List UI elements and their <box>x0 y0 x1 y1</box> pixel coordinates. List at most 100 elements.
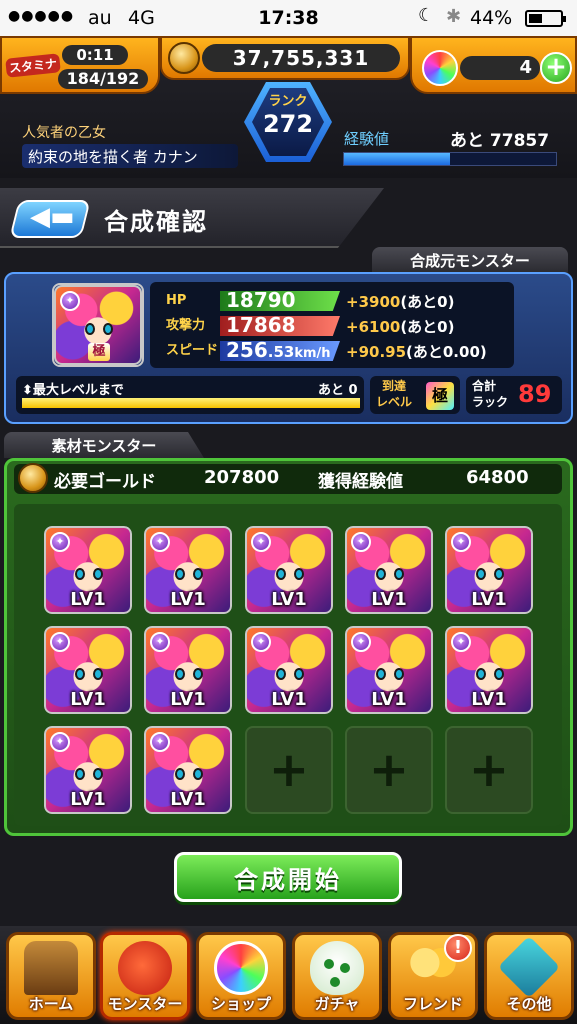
material-monster-slot[interactable]: ✦ LV1 <box>44 726 132 814</box>
status-bar: ●●●●● au 4G 17:38 ☾ ✱ 44% <box>0 0 577 36</box>
base-monster-icon[interactable]: ✦ 極 <box>52 283 144 367</box>
nav-gacha-label: ガチャ <box>314 995 360 1013</box>
nav-monster-label: モンスター <box>107 995 183 1013</box>
material-monster-slot[interactable]: ✦ LV1 <box>144 526 232 614</box>
gold-coin-icon <box>168 42 200 74</box>
total-luck-label: 合計 ラック <box>472 379 509 409</box>
orb-count-box: 4 <box>460 56 540 80</box>
empty-material-slot[interactable]: + <box>245 726 333 814</box>
orb-icon <box>422 50 458 86</box>
start-fusion-label[interactable]: 合成開始 <box>174 860 402 895</box>
hp-value: 18790 <box>226 288 296 312</box>
player-name: 約束の地を描く者 カナン <box>22 144 238 168</box>
level-remaining: あと 0 <box>318 383 358 398</box>
dark-attribute-icon: ✦ <box>50 532 70 552</box>
gold-panel: 37,755,331 <box>160 36 410 80</box>
nav-monster[interactable]: モンスター <box>100 932 190 1020</box>
base-monster-tab: 合成元モンスター <box>372 247 568 273</box>
rank-value: 272 <box>262 110 314 138</box>
stamina-timer: 0:11 <box>62 45 128 65</box>
monster-level-label: LV1 <box>170 789 206 810</box>
orb-count: 4 <box>519 57 532 78</box>
material-monster-slot[interactable]: ✦ LV1 <box>445 526 533 614</box>
nav-shop-label: ショップ <box>210 995 271 1013</box>
monster-level-label: LV1 <box>70 589 106 610</box>
monster-level-label: LV1 <box>371 589 407 610</box>
gold-coin-icon <box>18 463 48 493</box>
home-icon <box>24 941 78 995</box>
dark-attribute-icon: ✦ <box>251 532 271 552</box>
attack-label: 攻撃力 <box>166 318 206 333</box>
material-monster-slot[interactable]: ✦ LV1 <box>345 526 433 614</box>
do-not-disturb-icon: ☾ <box>418 5 435 26</box>
monster-level-label: LV1 <box>70 789 106 810</box>
gold-amount: 37,755,331 <box>202 44 400 72</box>
monster-level-label: LV1 <box>170 689 206 710</box>
required-gold-value: 207800 <box>204 467 280 488</box>
nav-friend-label: フレンド <box>402 995 463 1013</box>
material-monster-tab: 素材モンスター <box>4 432 204 458</box>
monster-level-label: LV1 <box>471 689 507 710</box>
material-monster-slot[interactable]: ✦ LV1 <box>44 526 132 614</box>
monster-level-label: LV1 <box>271 589 307 610</box>
monster-icon <box>118 941 172 995</box>
monster-level-label: LV1 <box>271 689 307 710</box>
nav-shop[interactable]: ショップ <box>196 932 286 1020</box>
dark-attribute-icon: ✦ <box>351 532 371 552</box>
player-header: スタミナ 0:11 184/192 37,755,331 4 + ランク 272… <box>0 36 577 178</box>
rank-label: ランク <box>268 94 308 109</box>
other-icon <box>497 935 561 999</box>
dark-attribute-icon: ✦ <box>60 291 80 311</box>
battery-icon <box>525 10 566 27</box>
player-title: 人気者の乙女 <box>22 125 106 141</box>
add-material-icon: + <box>468 742 510 798</box>
add-material-icon: + <box>368 742 410 798</box>
dark-attribute-icon: ✦ <box>150 632 170 652</box>
material-monster-slot[interactable]: ✦ LV1 <box>345 626 433 714</box>
hp-bonus: +3900(あと0) <box>346 293 455 311</box>
material-monster-slot[interactable]: ✦ LV1 <box>144 626 232 714</box>
stamina-value: 184/192 <box>58 69 148 89</box>
stamina-panel: スタミナ 0:11 184/192 <box>0 36 160 94</box>
empty-material-slot[interactable]: + <box>445 726 533 814</box>
reach-level-label: 到達 レベル <box>375 379 412 409</box>
dark-attribute-icon: ✦ <box>50 632 70 652</box>
page-title: 合成確認 <box>104 208 208 236</box>
nav-other-label: その他 <box>506 995 552 1013</box>
required-gold-label: 必要ゴールド <box>54 472 156 492</box>
add-material-icon: + <box>268 742 310 798</box>
material-monster-slot[interactable]: ✦ LV1 <box>245 526 333 614</box>
kiwami-badge: 極 <box>88 343 110 361</box>
dark-attribute-icon: ✦ <box>351 632 371 652</box>
gained-exp-value: 64800 <box>466 467 529 488</box>
exp-remaining: あと 77857 <box>450 131 550 151</box>
material-monster-slot[interactable]: ✦ LV1 <box>44 626 132 714</box>
buy-orb-button[interactable]: + <box>540 52 572 84</box>
hp-label: HP <box>166 293 187 308</box>
material-monster-slot[interactable]: ✦ LV1 <box>445 626 533 714</box>
dark-attribute-icon: ✦ <box>150 732 170 752</box>
monster-level-label: LV1 <box>371 689 407 710</box>
monster-level-label: LV1 <box>170 589 206 610</box>
stamina-label: スタミナ <box>5 53 61 78</box>
material-monster-slot[interactable]: ✦ LV1 <box>245 626 333 714</box>
battery-percent: 44% <box>470 7 513 29</box>
nav-other[interactable]: その他 <box>484 932 574 1020</box>
exp-progress-bar <box>343 152 557 166</box>
dark-attribute-icon: ✦ <box>251 632 271 652</box>
empty-material-slot[interactable]: + <box>345 726 433 814</box>
nav-home-label: ホーム <box>28 995 74 1013</box>
friend-alert-icon: ! <box>444 934 472 962</box>
nav-home[interactable]: ホーム <box>6 932 96 1020</box>
speed-bonus: +90.95(あと0.00) <box>346 343 487 361</box>
material-monster-slot[interactable]: ✦ LV1 <box>144 726 232 814</box>
dark-attribute-icon: ✦ <box>451 632 471 652</box>
gained-exp-label: 獲得経験値 <box>318 472 403 492</box>
nav-gacha[interactable]: ガチャ <box>292 932 382 1020</box>
dark-attribute-icon: ✦ <box>50 732 70 752</box>
attack-bonus: +6100(あと0) <box>346 318 455 336</box>
gacha-egg-icon <box>310 941 364 995</box>
back-arrow-icon[interactable]: ◀▬ <box>30 202 75 232</box>
dark-attribute-icon: ✦ <box>150 532 170 552</box>
exp-label: 経験値 <box>344 130 390 148</box>
